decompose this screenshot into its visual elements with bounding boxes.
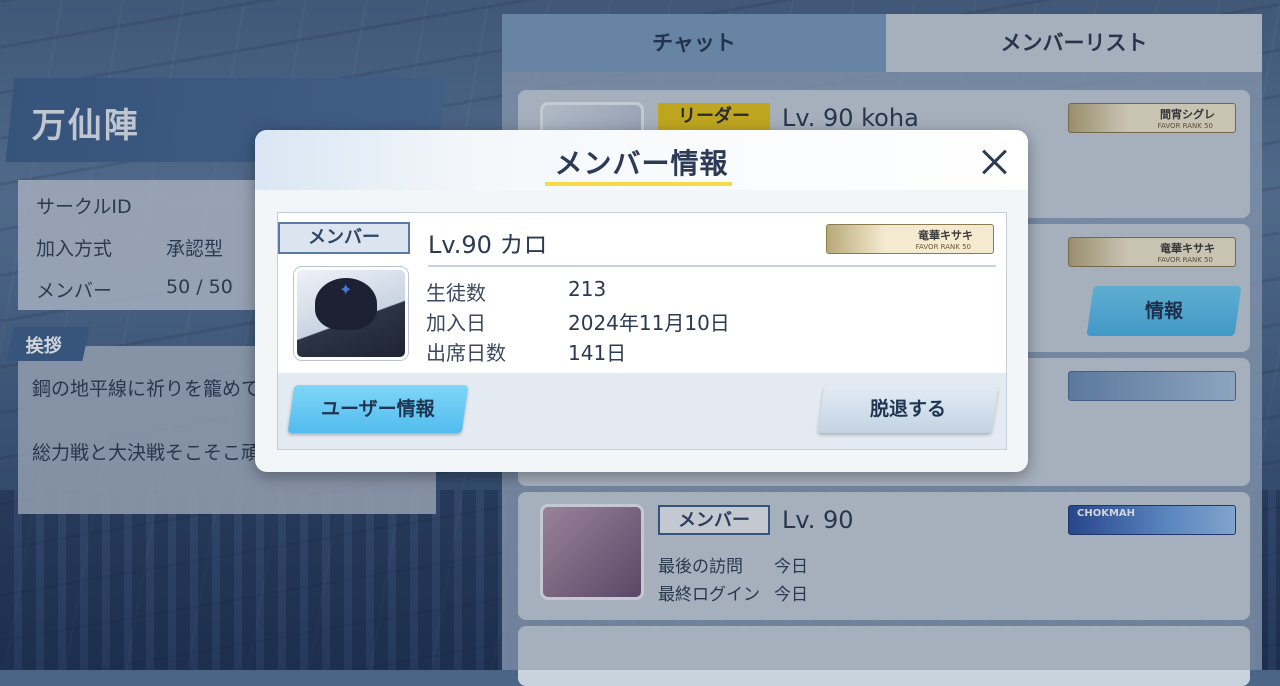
- attendance-value: 141日: [568, 341, 627, 365]
- member-detail-card: メンバー Lv.90 カロ 竜華キサキ FAVOR RANK 50 ✦ 生徒数 …: [278, 213, 1006, 373]
- student-count-value: 213: [568, 277, 607, 301]
- member-badge: メンバー: [278, 222, 410, 254]
- user-info-button-label: ユーザー情報: [321, 398, 435, 420]
- title-underline: [545, 182, 732, 186]
- join-date-value: 2024年11月10日: [568, 311, 730, 335]
- leave-button-label: 脱退する: [869, 398, 946, 420]
- attendance-label: 出席日数: [426, 341, 506, 365]
- user-info-button[interactable]: ユーザー情報: [287, 385, 469, 433]
- close-icon[interactable]: [977, 144, 1013, 180]
- member-info-modal: メンバー情報 メンバー Lv.90 カロ 竜華キサキ FAVOR RANK 50…: [255, 130, 1028, 472]
- character-tag: 竜華キサキ FAVOR RANK 50: [826, 224, 994, 254]
- butterfly-icon: ✦: [339, 280, 353, 299]
- join-date-label: 加入日: [426, 311, 486, 335]
- divider: [428, 265, 996, 267]
- character-name: 竜華キサキ: [918, 229, 973, 242]
- leave-button[interactable]: 脱退する: [817, 385, 999, 433]
- favor-rank: FAVOR RANK 50: [915, 243, 971, 251]
- member-level-name: Lv.90 カロ: [428, 231, 548, 259]
- modal-title: メンバー情報: [554, 147, 729, 180]
- student-count-label: 生徒数: [426, 281, 486, 305]
- member-avatar: ✦: [294, 267, 408, 360]
